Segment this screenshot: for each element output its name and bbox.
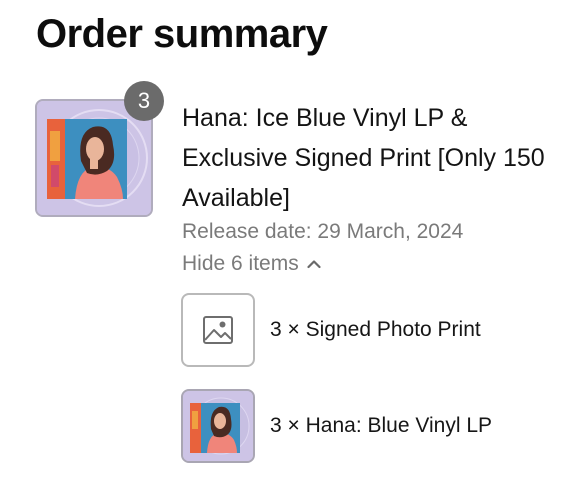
item-thumbnail	[181, 389, 255, 463]
item-label: 3 × Signed Photo Print	[270, 318, 481, 341]
image-placeholder-icon	[203, 316, 233, 344]
chevron-up-icon	[307, 260, 321, 269]
list-item[interactable]: 3 × Hana: Blue Vinyl LP	[181, 389, 492, 463]
quantity-badge: 3	[124, 81, 164, 121]
list-item[interactable]: 3 × Signed Photo Print	[181, 293, 481, 367]
toggle-label: Hide 6 items	[182, 252, 299, 275]
album-cover-art	[183, 391, 253, 461]
item-label: 3 × Hana: Blue Vinyl LP	[270, 414, 493, 437]
hide-items-toggle[interactable]: Hide 6 items	[182, 252, 321, 276]
page-title: Order summary	[36, 12, 328, 56]
item-thumbnail	[181, 293, 255, 367]
release-date: Release date: 29 March, 2024	[182, 220, 464, 243]
product-name: Hana: Ice Blue Vinyl LP & Exclusive Sign…	[182, 104, 545, 212]
